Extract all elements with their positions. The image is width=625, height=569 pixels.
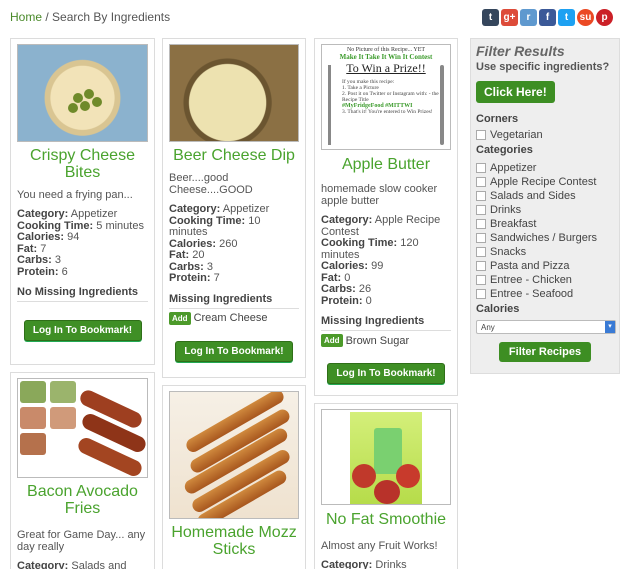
missing-ingredients-heading: Missing Ingredients [321, 315, 451, 331]
checkbox-icon[interactable] [476, 205, 486, 215]
recipe-image[interactable] [169, 44, 299, 142]
twitter-icon[interactable]: t [558, 9, 575, 26]
recipe-title[interactable]: Apple Butter [321, 156, 451, 173]
checkbox-icon[interactable] [476, 275, 486, 285]
recipe-title[interactable]: Beer Cheese Dip [169, 147, 299, 164]
checkbox-category[interactable]: Breakfast [476, 217, 614, 231]
recipe-title[interactable]: No Fat Smoothie [321, 511, 451, 528]
click-here-button[interactable]: Click Here! [476, 81, 555, 103]
recipe-meta: Category: Apple Recipe Contest Cooking T… [321, 214, 441, 307]
recipe-description: Almost any Fruit Works! [321, 540, 438, 552]
checkbox-category[interactable]: Entree - Seafood [476, 287, 614, 301]
checkbox-icon[interactable] [476, 233, 486, 243]
checkbox-category[interactable]: Salads and Sides [476, 189, 614, 203]
filter-subtitle: Use specific ingredients? [476, 61, 610, 73]
checkbox-category[interactable]: Snacks [476, 245, 614, 259]
recipe-meta: Category: Drinks [321, 559, 407, 569]
missing-ingredient-name: Cream Cheese [193, 312, 268, 324]
recipe-description: You need a frying pan... [17, 189, 133, 201]
recipe-meta: Category: Appetizer Cooking Time: 10 min… [169, 203, 270, 284]
recipe-card: Bacon Avocado Fries Great for Game Day..… [10, 372, 155, 569]
corners-heading: Corners [476, 113, 519, 125]
checkbox-icon[interactable] [476, 163, 486, 173]
recipe-image[interactable] [17, 378, 148, 478]
checkbox-category[interactable]: Pasta and Pizza [476, 259, 614, 273]
checkbox-icon[interactable] [476, 130, 486, 140]
checkbox-icon[interactable] [476, 247, 486, 257]
recipe-card: Crispy Cheese Bites You need a frying pa… [10, 38, 155, 365]
recipe-image[interactable] [17, 44, 148, 142]
recipe-meta: Category: Salads and [17, 560, 127, 569]
checkbox-icon[interactable] [476, 289, 486, 299]
checkbox-category[interactable]: Drinks [476, 203, 614, 217]
recipe-description: Beer....good Cheese....GOOD [169, 172, 253, 196]
calories-select[interactable]: Any ▾ [476, 320, 616, 334]
chevron-down-icon: ▾ [605, 321, 615, 333]
no-missing-ingredients: No Missing Ingredients [17, 286, 148, 302]
recipe-image[interactable] [321, 409, 451, 505]
add-ingredient-button[interactable]: Add [321, 334, 343, 347]
filter-title: Filter Results [476, 43, 565, 59]
tumblr-icon[interactable]: t [482, 9, 499, 26]
missing-ingredient: Add Brown Sugar [321, 334, 451, 347]
recipe-description: Great for Game Day... any day really [17, 529, 146, 553]
recipe-image[interactable]: No Picture of this Recipe... YET Make It… [321, 44, 451, 150]
social-share-bar: t g+ r f t su p [482, 9, 613, 26]
breadcrumb-home-link[interactable]: Home [10, 10, 42, 24]
recipe-meta: Category: Appetizer Cooking Time: 5 minu… [17, 208, 144, 278]
fork-icon [328, 65, 331, 145]
checkbox-category[interactable]: Appetizer [476, 161, 614, 175]
add-ingredient-button[interactable]: Add [169, 311, 191, 325]
missing-ingredient: Add Cream Cheese [169, 311, 299, 325]
breadcrumb: Home / Search By Ingredients [10, 10, 170, 24]
filter-recipes-button[interactable]: Filter Recipes [499, 342, 591, 362]
checkbox-category[interactable]: Entree - Chicken [476, 273, 614, 287]
google-plus-icon[interactable]: g+ [501, 9, 518, 26]
facebook-icon[interactable]: f [539, 9, 556, 26]
calories-heading: Calories [476, 303, 520, 315]
checkbox-icon[interactable] [476, 219, 486, 229]
missing-ingredients-heading: Missing Ingredients [169, 293, 299, 309]
breadcrumb-current: Search By Ingredients [52, 10, 171, 24]
recipe-image[interactable] [169, 391, 299, 519]
missing-ingredient-name: Brown Sugar [345, 334, 410, 347]
knife-icon [440, 65, 444, 145]
stumbleupon-icon[interactable]: su [577, 9, 594, 26]
categories-heading: Categories [476, 144, 533, 156]
recipe-title[interactable]: Crispy Cheese Bites [17, 147, 148, 181]
checkbox-vegetarian[interactable]: Vegetarian [476, 128, 614, 142]
recipe-title[interactable]: Bacon Avocado Fries [17, 483, 148, 517]
checkbox-icon[interactable] [476, 261, 486, 271]
checkbox-icon[interactable] [476, 191, 486, 201]
checkbox-category[interactable]: Sandwiches / Burgers [476, 231, 614, 245]
recipe-description: homemade slow cooker apple butter [321, 183, 438, 207]
filter-panel: Filter Results Use specific ingredients?… [470, 38, 620, 374]
bookmark-button[interactable]: Log In To Bookmark! [23, 320, 142, 341]
checkbox-category[interactable]: Apple Recipe Contest [476, 175, 614, 189]
pinterest-icon[interactable]: p [596, 9, 613, 26]
recipe-title[interactable]: Homemade Mozz Sticks [169, 524, 299, 558]
bookmark-button[interactable]: Log In To Bookmark! [327, 363, 445, 384]
bookmark-button[interactable]: Log In To Bookmark! [175, 340, 293, 362]
recipe-card: Homemade Mozz Sticks [162, 385, 306, 569]
recipe-card: Beer Cheese Dip Beer....good Cheese....G… [162, 38, 306, 378]
reddit-icon[interactable]: r [520, 9, 537, 26]
recipe-card: No Picture of this Recipe... YET Make It… [314, 38, 458, 396]
breadcrumb-separator: / [42, 10, 53, 24]
checkbox-icon[interactable] [476, 177, 486, 187]
recipe-card: No Fat Smoothie Almost any Fruit Works! … [314, 403, 458, 569]
